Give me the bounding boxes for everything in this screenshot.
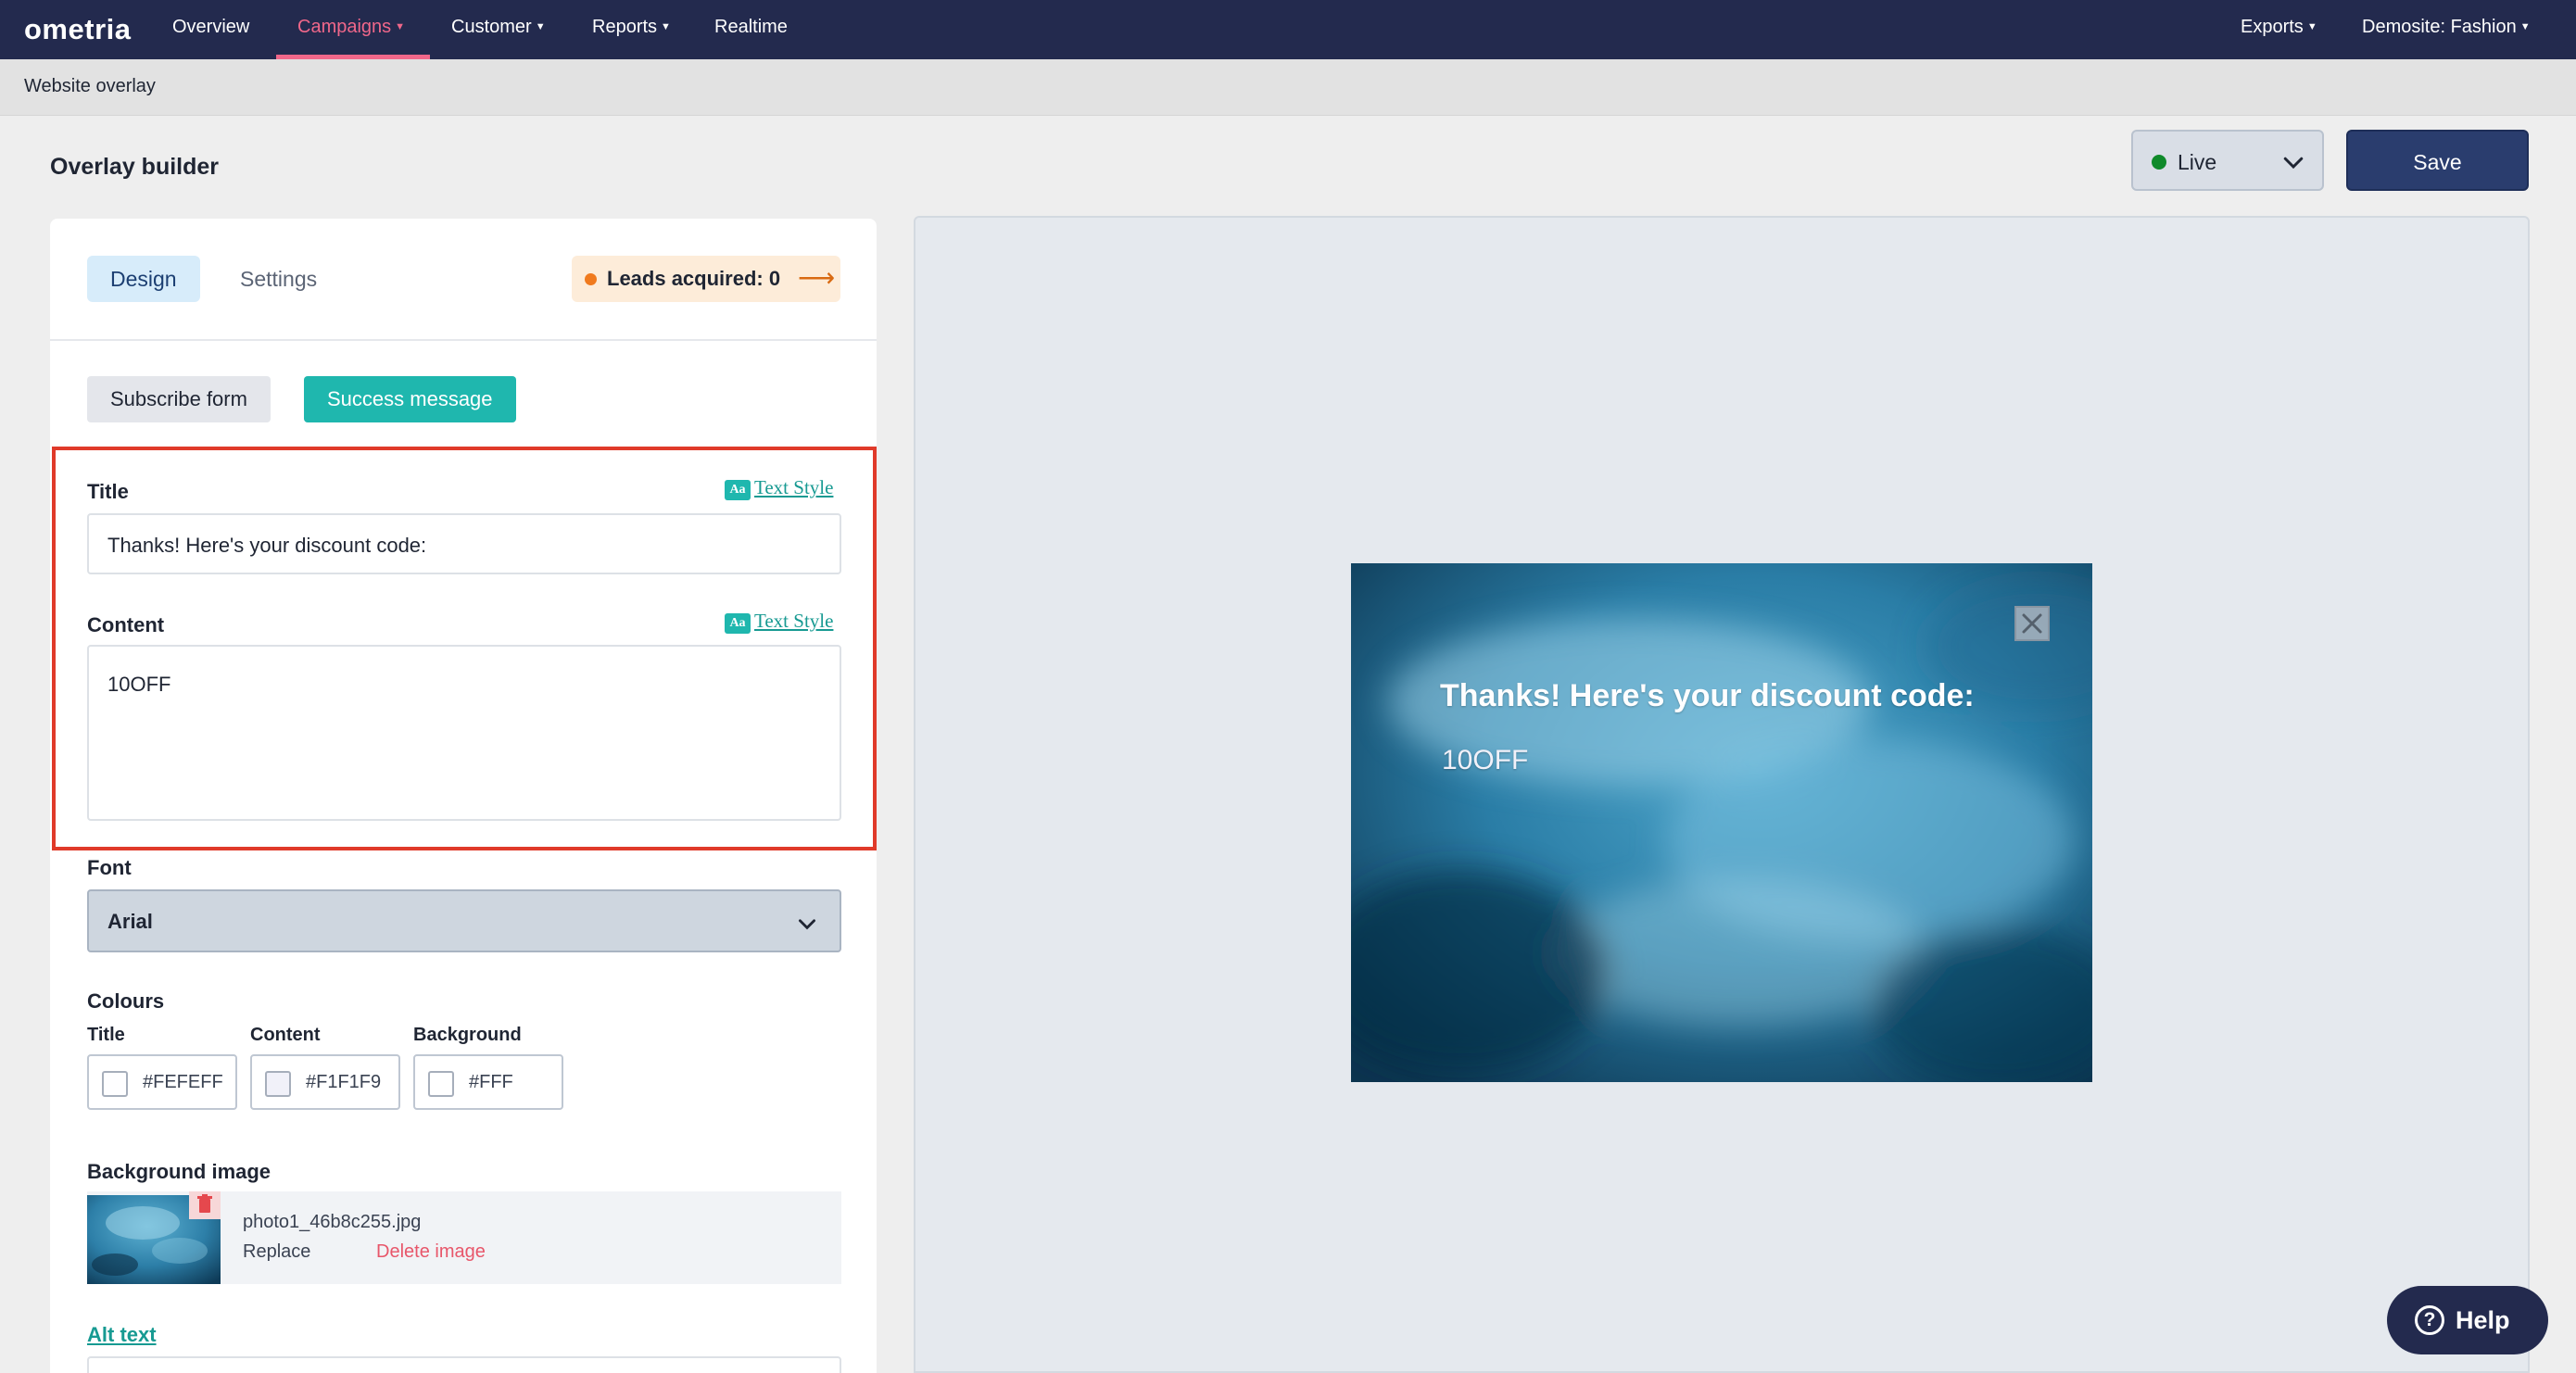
caret-down-icon: ▼ bbox=[395, 21, 406, 32]
text-style-icon: Aa bbox=[725, 613, 751, 634]
background-colour-input[interactable]: #FFF bbox=[413, 1054, 563, 1110]
leads-acquired-badge[interactable]: Leads acquired: 0 ⟶ bbox=[572, 256, 840, 302]
font-value: Arial bbox=[107, 910, 153, 933]
top-navigation-bar: ometria Overview Campaigns ▼ Customer ▼ Re… bbox=[0, 0, 2576, 59]
background-image-row: photo1_46b8c255.jpg Replace Delete image bbox=[87, 1191, 841, 1284]
divider bbox=[50, 339, 877, 341]
chevron-down-icon bbox=[2283, 157, 2304, 170]
nav-realtime[interactable]: Realtime bbox=[714, 17, 788, 38]
caret-down-icon: ▼ bbox=[2519, 21, 2531, 32]
title-text-style-link[interactable]: Aa Text Style bbox=[725, 476, 833, 500]
ometria-logo[interactable]: ometria bbox=[24, 13, 131, 46]
nav-customer[interactable]: Customer ▼ bbox=[451, 17, 546, 38]
tab-design[interactable]: Design bbox=[87, 256, 200, 302]
leads-count: Leads acquired: 0 bbox=[607, 267, 781, 290]
nav-reports[interactable]: Reports ▼ bbox=[592, 17, 671, 38]
background-image-label: Background image bbox=[87, 1160, 271, 1183]
title-label: Title bbox=[87, 480, 129, 503]
close-icon[interactable] bbox=[2014, 606, 2050, 641]
content-label: Content bbox=[87, 613, 165, 636]
text-style-icon: Aa bbox=[725, 480, 751, 500]
caret-down-icon: ▼ bbox=[535, 21, 546, 32]
alt-text-input[interactable] bbox=[87, 1356, 841, 1373]
breadcrumb: Website overlay bbox=[24, 76, 156, 96]
background-colour-label: Background bbox=[413, 1025, 522, 1045]
trash-icon[interactable] bbox=[189, 1191, 221, 1219]
ocean-background-image bbox=[1351, 563, 2092, 1082]
overlay-preview: Thanks! Here's your discount code: 10OFF bbox=[1351, 563, 2092, 1082]
tab-settings[interactable]: Settings bbox=[217, 256, 340, 302]
page-title: Overlay builder bbox=[50, 154, 220, 180]
preview-content: 10OFF bbox=[1442, 745, 1529, 775]
content-colour-label: Content bbox=[250, 1025, 321, 1045]
title-input[interactable]: Thanks! Here's your discount code: bbox=[87, 513, 841, 574]
status-value: Live bbox=[2178, 150, 2217, 174]
colour-swatch[interactable] bbox=[428, 1071, 454, 1097]
breadcrumb-bar: Website overlay bbox=[0, 59, 2576, 116]
replace-image-link[interactable]: Replace bbox=[243, 1241, 310, 1263]
save-button[interactable]: Save bbox=[2346, 130, 2529, 191]
content-text-style-link[interactable]: Aa Text Style bbox=[725, 610, 833, 634]
status-select[interactable]: Live bbox=[2131, 130, 2324, 191]
nav-site-selector[interactable]: Demosite: Fashion ▼ bbox=[2362, 17, 2531, 38]
nav-campaigns[interactable]: Campaigns ▼ bbox=[297, 17, 405, 38]
preview-title: Thanks! Here's your discount code: bbox=[1440, 678, 1975, 713]
title-colour-label: Title bbox=[87, 1025, 125, 1045]
success-message-button[interactable]: Success message bbox=[304, 376, 516, 422]
font-label: Font bbox=[87, 856, 132, 879]
nav-exports[interactable]: Exports ▼ bbox=[2241, 17, 2317, 38]
colour-swatch[interactable] bbox=[102, 1071, 128, 1097]
content-colour-input[interactable]: #F1F1F9 bbox=[250, 1054, 400, 1110]
alt-text-link[interactable]: Alt text bbox=[87, 1323, 157, 1347]
chevron-down-icon bbox=[799, 919, 815, 930]
content-textarea[interactable]: 10OFF bbox=[87, 645, 841, 821]
arrow-right-icon: ⟶ bbox=[798, 263, 836, 292]
title-colour-input[interactable]: #FEFEFF bbox=[87, 1054, 237, 1110]
caret-down-icon: ▼ bbox=[661, 21, 671, 32]
colours-label: Colours bbox=[87, 989, 165, 1013]
help-button[interactable]: ? Help bbox=[2387, 1286, 2548, 1354]
file-name: photo1_46b8c255.jpg bbox=[243, 1212, 422, 1232]
status-dot bbox=[585, 273, 597, 285]
subscribe-form-button[interactable]: Subscribe form bbox=[87, 376, 271, 422]
builder-panel: Design Settings Leads acquired: 0 ⟶ Subs… bbox=[50, 219, 877, 1373]
nav-overview[interactable]: Overview bbox=[172, 17, 249, 38]
font-select[interactable]: Arial bbox=[87, 889, 841, 952]
question-mark-icon: ? bbox=[2415, 1305, 2444, 1335]
caret-down-icon: ▼ bbox=[2306, 21, 2317, 32]
live-status-dot bbox=[2152, 155, 2166, 170]
colour-swatch[interactable] bbox=[265, 1071, 291, 1097]
delete-image-link[interactable]: Delete image bbox=[376, 1241, 486, 1263]
